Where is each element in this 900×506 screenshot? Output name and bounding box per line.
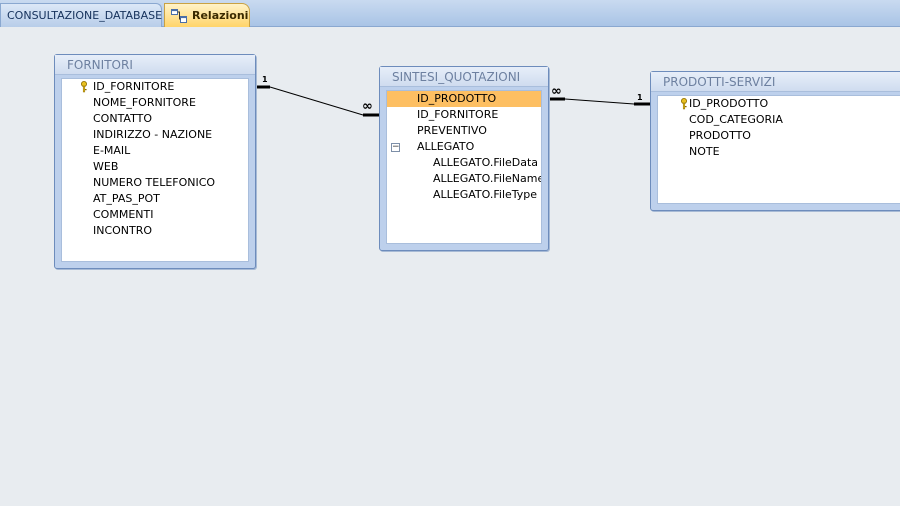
- field-label: E-MAIL: [93, 144, 131, 157]
- field-row[interactable]: COD_CATEGORIA: [658, 112, 900, 128]
- field-row[interactable]: NOME_FORNITORE: [62, 95, 248, 111]
- field-label: ALLEGATO.FileData: [433, 156, 539, 169]
- field-label: ID_PRODOTTO: [417, 92, 497, 105]
- primary-key-icon: [681, 98, 687, 110]
- field-label: AT_PAS_POT: [93, 192, 160, 205]
- field-row[interactable]: CONTATTO: [62, 111, 248, 127]
- relationship-line-sintesi-prodotti: [564, 98, 635, 105]
- field-label: ALLEGATO.FileName: [433, 172, 542, 185]
- field-row[interactable]: INDIRIZZO - NAZIONE: [62, 127, 248, 143]
- field-label: CONTATTO: [93, 112, 153, 125]
- field-row[interactable]: NUMERO TELEFONICO: [62, 175, 248, 191]
- table-title[interactable]: FORNITORI: [55, 55, 255, 75]
- field-label: ID_PRODOTTO: [689, 97, 769, 110]
- field-row[interactable]: ID_PRODOTTO: [658, 96, 900, 112]
- field-row[interactable]: ID_FORNITORE: [62, 79, 248, 95]
- field-list[interactable]: ID_PRODOTTO COD_CATEGORIA PRODOTTO NOTE: [657, 95, 900, 204]
- field-list[interactable]: ID_FORNITORE NOME_FORNITORE CONTATTO IND…: [61, 78, 249, 262]
- field-label: NUMERO TELEFONICO: [93, 176, 216, 189]
- field-label: ID_FORNITORE: [93, 80, 175, 93]
- field-row[interactable]: ALLEGATO.FileData: [387, 155, 541, 171]
- field-row[interactable]: AT_PAS_POT: [62, 191, 248, 207]
- cardinality-one-label: 1: [637, 93, 643, 102]
- field-label: PRODOTTO: [689, 129, 751, 142]
- cardinality-many-label: ∞: [551, 84, 562, 99]
- field-row-selected[interactable]: ID_PRODOTTO: [387, 91, 541, 107]
- table-window-sintesi-quotazioni[interactable]: SINTESI_QUOTAZIONI ID_PRODOTTO ID_FORNIT…: [379, 66, 549, 251]
- field-row[interactable]: INCONTRO: [62, 223, 248, 239]
- collapse-toggle-icon[interactable]: −: [391, 143, 400, 152]
- field-label: ALLEGATO: [417, 140, 475, 153]
- field-row[interactable]: − ALLEGATO: [387, 139, 541, 155]
- field-label: INDIRIZZO - NAZIONE: [93, 128, 213, 141]
- field-row[interactable]: E-MAIL: [62, 143, 248, 159]
- field-label: WEB: [93, 160, 119, 173]
- table-window-prodotti-servizi[interactable]: PRODOTTI-SERVIZI ID_PRODOTTO COD_CATEGOR…: [650, 71, 900, 211]
- table-title[interactable]: PRODOTTI-SERVIZI: [651, 72, 900, 92]
- field-row[interactable]: PREVENTIVO: [387, 123, 541, 139]
- field-row[interactable]: ALLEGATO.FileName: [387, 171, 541, 187]
- cardinality-many-label: ∞: [362, 99, 373, 114]
- field-label: COD_CATEGORIA: [689, 113, 783, 126]
- field-label: ALLEGATO.FileType: [433, 188, 538, 201]
- field-row[interactable]: COMMENTI: [62, 207, 248, 223]
- field-label: INCONTRO: [93, 224, 153, 237]
- field-row[interactable]: WEB: [62, 159, 248, 175]
- field-row[interactable]: NOTE: [658, 144, 900, 160]
- relationship-line-fornitori-sintesi: [269, 86, 364, 116]
- field-list[interactable]: ID_PRODOTTO ID_FORNITORE PREVENTIVO − AL…: [386, 90, 542, 244]
- field-label: ID_FORNITORE: [417, 108, 499, 121]
- field-label: PREVENTIVO: [417, 124, 487, 137]
- field-label: COMMENTI: [93, 208, 154, 221]
- table-window-fornitori[interactable]: FORNITORI ID_FORNITORE NOME_FORNITORE CO…: [54, 54, 256, 269]
- table-title[interactable]: SINTESI_QUOTAZIONI: [380, 67, 548, 87]
- cardinality-one-label: 1: [262, 75, 268, 84]
- field-label: NOME_FORNITORE: [93, 96, 196, 109]
- field-row[interactable]: PRODOTTO: [658, 128, 900, 144]
- field-row[interactable]: ID_FORNITORE: [387, 107, 541, 123]
- field-label: NOTE: [689, 145, 720, 158]
- field-row[interactable]: ALLEGATO.FileType: [387, 187, 541, 203]
- primary-key-icon: [81, 81, 87, 93]
